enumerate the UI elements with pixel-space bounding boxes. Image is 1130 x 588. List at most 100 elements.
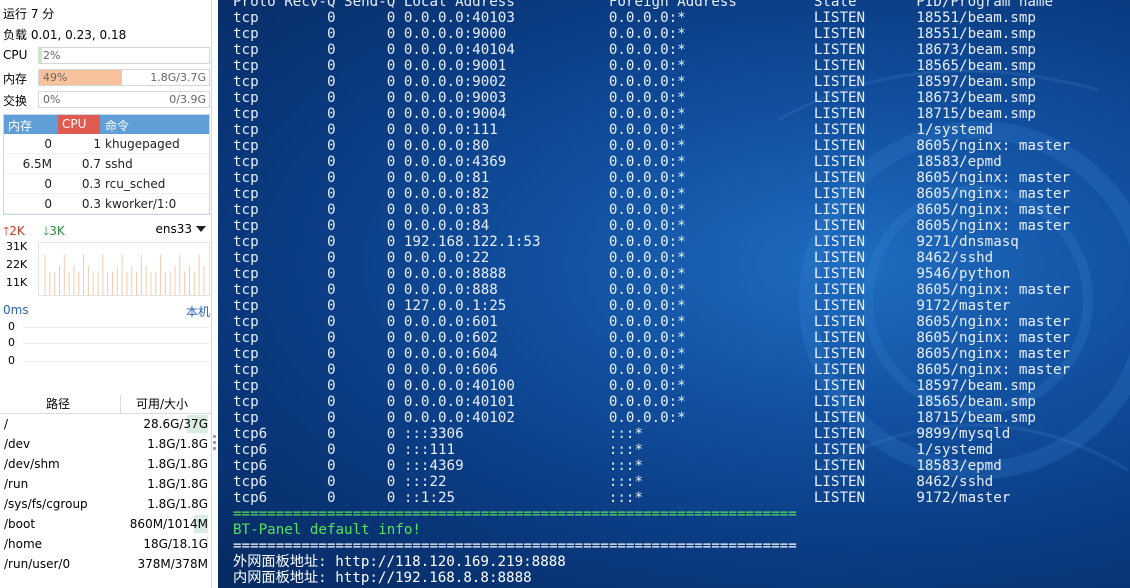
disk-row[interactable]: /sys/fs/cgroup 1.8G/1.8G [0,494,211,514]
disk-row[interactable]: /run/user/0 378M/378M [0,554,211,574]
terminal-line: tcp 0 0 127.0.0.1:25 0.0.0.0:* LISTEN 91… [233,298,1011,314]
swap-percent: 0% [43,93,61,106]
disk-row[interactable]: /dev/shm 1.8G/1.8G [0,454,211,474]
disk-size: 1.8G/1.8G [147,477,208,491]
terminal-output[interactable]: Proto Recv-Q Send-Q Local Address Foreig… [218,0,1130,588]
process-command: rcu_sched [105,177,166,191]
terminal-line: tcp 0 0 192.168.122.1:53 0.0.0.0:* LISTE… [233,234,1019,250]
process-cpu: 0.3 [81,177,101,191]
sort-by-memory-header[interactable]: 内存 [8,117,32,134]
load-text: 负载 0.01, 0.23, 0.18 [3,28,127,42]
terminal-line: tcp 0 0 0.0.0.0:606 0.0.0.0:* LISTEN 860… [233,362,1071,378]
latency-y-label: 0 [8,320,15,333]
process-mem: 0 [44,197,52,211]
terminal-line: tcp 0 0 0.0.0.0:40100 0.0.0.0:* LISTEN 1… [233,378,1036,394]
terminal-line: tcp 0 0 0.0.0.0:80 0.0.0.0:* LISTEN 8605… [233,138,1071,154]
terminal-line: tcp 0 0 0.0.0.0:40101 0.0.0.0:* LISTEN 1… [233,394,1036,410]
disk-path: /dev/shm [4,457,60,471]
terminal-line: tcp 0 0 0.0.0.0:601 0.0.0.0:* LISTEN 860… [233,314,1071,330]
disk-table-header: 路径 可用/大小 [0,390,211,414]
latency-gridline [23,361,210,362]
disk-path-header[interactable]: 路径 [46,395,70,412]
latency-y-label: 0 [8,354,15,367]
swap-value: 0/3.9G [169,93,206,106]
process-mem: 0 [44,137,52,151]
process-row[interactable]: 0 0.3 kworker/1:0 [4,194,209,214]
latency-gridline [23,327,210,328]
process-row[interactable]: 0 0.3 rcu_sched [4,174,209,194]
interface-select[interactable]: ens33 [155,222,192,236]
disk-path: /sys/fs/cgroup [4,497,88,511]
disk-row[interactable]: /dev 1.8G/1.8G [0,434,211,454]
disk-size: 1.8G/1.8G [147,437,208,451]
terminal-line: tcp 0 0 0.0.0.0:83 0.0.0.0:* LISTEN 8605… [233,202,1071,218]
terminal-line: tcp 0 0 0.0.0.0:111 0.0.0.0:* LISTEN 1/s… [233,122,994,138]
panel-resize-handle[interactable] [213,435,216,455]
disk-path: / [4,417,9,431]
process-command: kworker/1:0 [105,197,177,211]
disk-row[interactable]: /run 1.8G/1.8G [0,474,211,494]
terminal-line: tcp6 0 0 :::22 :::* LISTEN 8462/sshd [233,474,994,490]
memory-value: 1.8G/3.7G [150,71,206,84]
terminal-line: ========================================… [233,506,797,522]
network-y-label: 11K [6,276,28,289]
process-row[interactable]: 6.5M 0.7 sshd [4,154,209,174]
disk-table: 路径 可用/大小 / 28.6G/37G /dev 1.8G/1.8G /dev/s… [0,390,211,574]
disk-path: /run/user/0 [4,557,71,571]
disk-size-header[interactable]: 可用/大小 [136,395,188,412]
terminal-line: tcp 0 0 0.0.0.0:40104 0.0.0.0:* LISTEN 1… [233,42,1036,58]
process-cpu: 1 [93,137,101,151]
terminal-line: tcp 0 0 0.0.0.0:82 0.0.0.0:* LISTEN 8605… [233,186,1071,202]
process-row[interactable]: 0 1 khugepaged [4,134,209,154]
cpu-usage-bar: 2% [38,47,210,64]
terminal-line: tcp 0 0 0.0.0.0:888 0.0.0.0:* LISTEN 860… [233,282,1071,298]
terminal-line: tcp6 0 0 :::111 :::* LISTEN 1/systemd [233,442,994,458]
sort-by-cpu-header[interactable]: CPU [58,115,100,134]
disk-path: /run [4,477,29,491]
process-command: sshd [105,157,133,171]
disk-size: 860M/1014M [129,517,208,531]
terminal-line: tcp6 0 0 :::3306 :::* LISTEN 9899/mysqld [233,426,1011,442]
disk-size: 1.8G/1.8G [147,497,208,511]
network-traffic-graph [38,242,210,296]
process-mem: 0 [44,177,52,191]
terminal-line: 外网面板地址: http://118.120.169.219:8888 [233,554,566,570]
terminal-line: tcp 0 0 0.0.0.0:9004 0.0.0.0:* LISTEN 18… [233,106,1036,122]
swap-usage-row: 交换 0% 0/3.9G [3,91,210,109]
disk-size: 1.8G/1.8G [147,457,208,471]
terminal-line: tcp 0 0 0.0.0.0:9000 0.0.0.0:* LISTEN 18… [233,26,1036,42]
uptime-text: 运行 7 分 [3,7,55,21]
cpu-percent: 2% [43,49,61,62]
terminal-line: tcp6 0 0 ::1:25 :::* LISTEN 9172/master [233,490,1011,506]
memory-usage-bar: 49% 1.8G/3.7G [38,69,210,86]
terminal-line: ========================================… [233,538,797,554]
disk-size: 378M/378M [137,557,208,571]
download-speed-value: 3K [49,224,65,238]
disk-path: /dev [4,437,31,451]
latency-gridline [23,343,210,344]
latency-panel: 0ms 本机 0 0 0 [3,303,210,373]
network-y-label: 22K [6,258,28,271]
terminal-line: tcp 0 0 0.0.0.0:9003 0.0.0.0:* LISTEN 18… [233,90,1036,106]
latency-y-label: 0 [8,336,15,349]
command-header[interactable]: 命令 [105,117,129,134]
terminal-line: tcp 0 0 0.0.0.0:81 0.0.0.0:* LISTEN 8605… [233,170,1071,186]
network-panel: 🡑2K 🡓3K ens33 31K 22K 11K [3,222,210,296]
latency-target-link[interactable]: 本机 [186,303,210,320]
disk-size: 28.6G/37G [143,417,208,431]
process-mem: 6.5M [22,157,52,171]
download-speed: 🡓3K [43,222,65,243]
memory-usage-row: 内存 49% 1.8G/3.7G [3,69,210,87]
disk-row[interactable]: / 28.6G/37G [0,414,211,434]
process-cpu: 0.3 [81,197,101,211]
terminal-line: tcp 0 0 0.0.0.0:4369 0.0.0.0:* LISTEN 18… [233,154,1002,170]
disk-row[interactable]: /boot 860M/1014M [0,514,211,534]
terminal-line: tcp 0 0 0.0.0.0:40103 0.0.0.0:* LISTEN 1… [233,10,1036,26]
terminal-line: Proto Recv-Q Send-Q Local Address Foreig… [233,0,1053,10]
header-divider [120,395,121,413]
disk-row[interactable]: /home 18G/18.1G [0,534,211,554]
terminal-text: Proto Recv-Q Send-Q Local Address Foreig… [233,0,1070,586]
terminal-line: BT-Panel default info! [233,522,421,538]
disk-path: /home [4,537,43,551]
chevron-down-icon[interactable] [196,226,206,232]
